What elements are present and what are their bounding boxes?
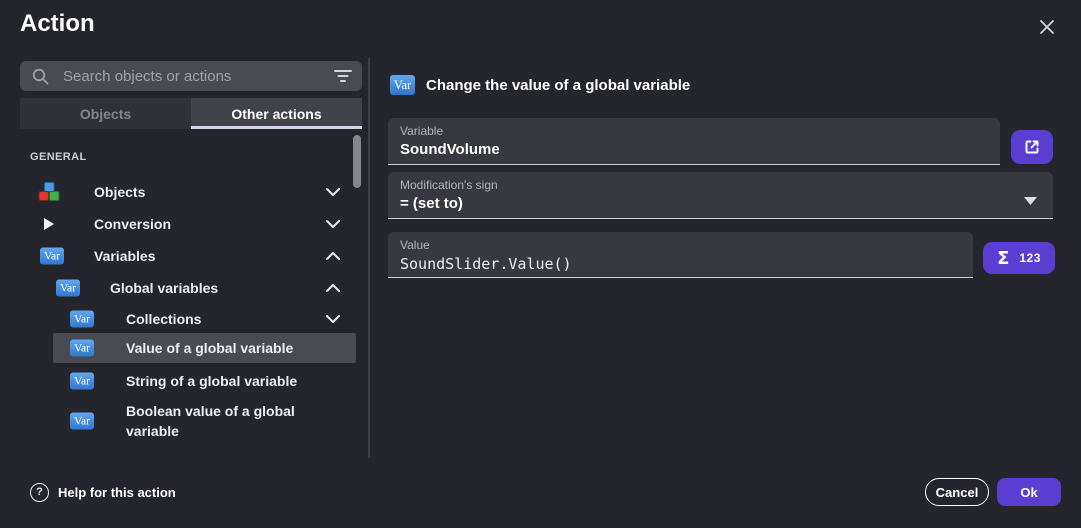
search-icon xyxy=(32,68,49,85)
var-badge-icon: Var xyxy=(70,311,94,328)
tree-item-value-of-global-variable[interactable]: Var Value of a global variable xyxy=(53,333,356,363)
tab-other-actions[interactable]: Other actions xyxy=(191,98,362,129)
tree-scrollbar[interactable] xyxy=(353,135,361,188)
tab-active-underline xyxy=(191,126,362,129)
tree-item-label: String of a global variable xyxy=(126,373,297,389)
dropdown-caret-icon xyxy=(1024,197,1037,205)
tree-item-collections[interactable]: Var Collections xyxy=(0,304,368,334)
objects-cubes-icon xyxy=(38,182,60,202)
category-tabs: Objects Other actions xyxy=(20,98,362,129)
var-badge-icon: Var xyxy=(40,248,64,265)
modification-sign-label: Modification's sign xyxy=(400,178,1041,192)
open-in-new-icon xyxy=(1022,137,1042,157)
open-variable-editor-button[interactable] xyxy=(1011,130,1053,164)
sigma-icon: Σ xyxy=(997,248,1009,269)
var-badge-icon: Var xyxy=(390,75,415,95)
numeric-123-icon: 123 xyxy=(1019,251,1041,265)
tree-item-global-variables[interactable]: Var Global variables xyxy=(0,272,368,304)
var-badge-icon: Var xyxy=(70,413,94,430)
ok-button[interactable]: Ok xyxy=(997,478,1061,506)
var-badge-icon: Var xyxy=(56,280,80,297)
chevron-down-icon[interactable] xyxy=(326,220,340,228)
var-badge-icon: Var xyxy=(70,340,94,357)
value-expression-input[interactable] xyxy=(400,255,961,273)
value-field-label: Value xyxy=(400,238,961,252)
variable-field-label: Variable xyxy=(400,124,988,138)
chevron-up-icon[interactable] xyxy=(326,284,340,292)
tree-item-label: Variables xyxy=(94,248,156,264)
modification-sign-value: = (set to) xyxy=(400,195,1041,212)
dialog-title: Action xyxy=(20,10,95,38)
help-question-icon: ? xyxy=(30,483,49,502)
close-icon[interactable] xyxy=(1034,14,1060,40)
action-dialog: Action Objects Other actions GENERAL Obj… xyxy=(0,0,1081,528)
value-field[interactable]: Value xyxy=(388,232,973,278)
tree-item-string-of-global-variable[interactable]: Var String of a global variable xyxy=(0,366,368,396)
panel-divider xyxy=(368,58,370,458)
search-input[interactable] xyxy=(63,68,334,85)
tree-item-label: Conversion xyxy=(94,216,171,232)
help-label: Help for this action xyxy=(58,485,176,500)
chevron-down-icon[interactable] xyxy=(326,188,340,196)
tree-item-boolean-of-global-variable[interactable]: Var Boolean value of a global variable xyxy=(0,398,368,444)
variable-field[interactable]: Variable xyxy=(388,118,1000,165)
tree-item-objects[interactable]: Objects xyxy=(0,176,368,208)
tree-item-label: Global variables xyxy=(110,280,218,296)
tree-item-label: Collections xyxy=(126,311,201,327)
modification-sign-select[interactable]: Modification's sign = (set to) xyxy=(388,172,1053,219)
expression-builder-button[interactable]: Σ 123 xyxy=(983,242,1055,274)
conversion-triangle-icon xyxy=(44,218,54,230)
chevron-down-icon[interactable] xyxy=(326,315,340,323)
action-heading: Change the value of a global variable xyxy=(426,75,690,95)
cancel-button[interactable]: Cancel xyxy=(925,478,989,506)
tree-item-conversion[interactable]: Conversion xyxy=(0,208,368,240)
chevron-up-icon[interactable] xyxy=(326,252,340,260)
filter-icon[interactable] xyxy=(334,69,352,83)
tree-item-variables[interactable]: Var Variables xyxy=(0,240,368,272)
tree-item-label: Value of a global variable xyxy=(126,340,293,356)
tree-item-label: Boolean value of a global variable xyxy=(126,401,334,441)
tree-item-label: Objects xyxy=(94,184,145,200)
search-bar xyxy=(20,61,362,91)
tab-objects[interactable]: Objects xyxy=(20,98,191,129)
var-badge-icon: Var xyxy=(70,373,94,390)
tree-group-label: GENERAL xyxy=(30,151,87,163)
variable-input[interactable] xyxy=(400,141,988,158)
help-link[interactable]: ? Help for this action xyxy=(30,478,176,506)
